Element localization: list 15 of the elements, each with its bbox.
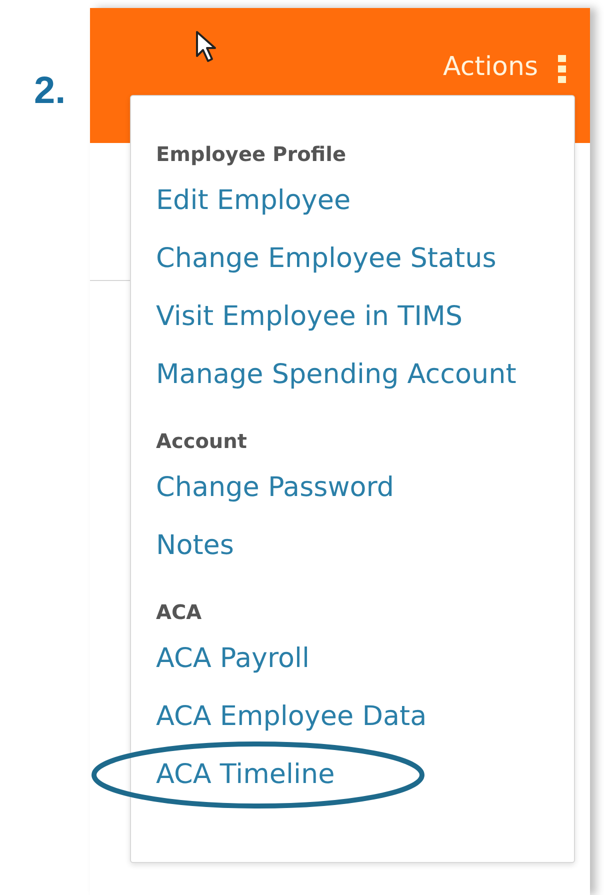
step-number: 2. (34, 70, 66, 112)
menu-item[interactable]: Change Employee Status (156, 243, 496, 274)
more-menu-icon[interactable] (558, 55, 566, 83)
actions-label[interactable]: Actions (443, 53, 538, 81)
menu-section-heading: Employee Profile (156, 141, 348, 168)
menu-item[interactable]: Change Password (156, 472, 394, 503)
menu-section-heading: Account (156, 428, 248, 455)
cursor-icon (195, 30, 217, 64)
menu-section-heading: ACA (156, 599, 203, 626)
menu-item[interactable]: Manage Spending Account (156, 359, 516, 390)
menu-item[interactable]: Notes (156, 530, 234, 561)
menu-item[interactable]: Edit Employee (156, 185, 351, 216)
menu-item[interactable]: Visit Employee in TIMS (156, 301, 463, 332)
menu-item[interactable]: ACA Employee Data (156, 701, 427, 732)
menu-item[interactable]: ACA Payroll (156, 643, 310, 674)
